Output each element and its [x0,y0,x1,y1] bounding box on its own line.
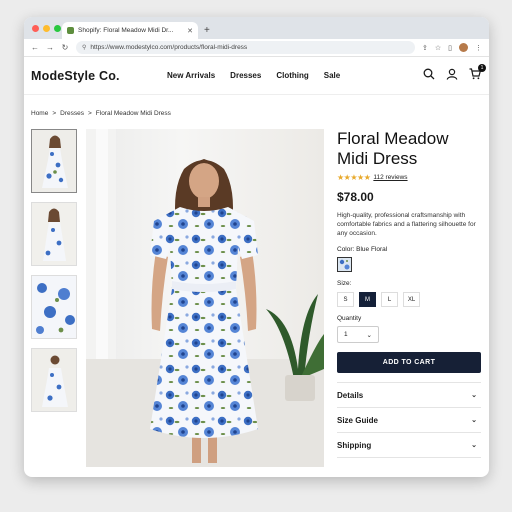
breadcrumb: Home > Dresses > Floral Meadow Midi Dres… [31,110,171,117]
thumbnail-fabric-detail[interactable] [31,275,77,339]
quantity-label: Quantity [337,315,362,322]
chevron-down-icon: ⌄ [471,442,477,449]
size-option-s[interactable]: S [337,292,354,307]
search-icon[interactable] [423,68,435,83]
nav-clothing[interactable]: Clothing [276,71,308,80]
breadcrumb-dresses[interactable]: Dresses [60,110,84,117]
product-price: $78.00 [337,190,374,204]
size-label: Size: [337,280,352,287]
thumbnail-front[interactable] [31,129,77,193]
rating-stars-icon: ★★★★★ [337,173,371,182]
tab-close-icon[interactable]: ✕ [187,27,193,35]
close-window-button[interactable] [32,25,39,32]
cart-icon[interactable]: 1 [469,64,486,83]
forward-arrow-icon[interactable]: → [46,43,54,52]
tab-bar: Shopify: Floral Meadow Midi Dr... ✕ + [24,17,489,39]
thumbnail-back[interactable] [31,348,77,412]
main-nav: New Arrivals Dresses Clothing Sale [167,71,340,80]
account-icon[interactable] [446,68,458,83]
quantity-select[interactable]: 1 ⌄ [337,326,379,343]
accordion-shipping[interactable]: Shipping ⌄ [337,433,481,458]
share-icon[interactable]: ⇪ [422,44,428,52]
bookmark-star-icon[interactable]: ☆ [435,44,441,52]
size-option-xl[interactable]: XL [403,292,420,307]
maximize-window-button[interactable] [54,25,61,32]
chevron-down-icon: ⌄ [366,331,372,339]
chevron-down-icon: ⌄ [471,392,477,399]
back-arrow-icon[interactable]: ← [31,43,39,52]
product-title: Floral Meadow Midi Dress [337,129,449,168]
shopify-favicon-icon [67,27,74,34]
thumbnail-gallery [31,129,77,412]
browser-window: Shopify: Floral Meadow Midi Dr... ✕ + ← … [24,17,489,477]
browser-toolbar: ← → ↻ ⚲ https://www.modestylco.com/produ… [24,39,489,57]
profile-avatar[interactable] [459,43,468,52]
nav-sale[interactable]: Sale [324,71,340,80]
add-to-cart-button[interactable]: ADD TO CART [337,352,481,373]
header-icons: 1 [423,64,486,83]
color-label: Color: Blue Floral [337,246,388,253]
main-product-image[interactable] [86,129,324,467]
breadcrumb-current: Floral Meadow Midi Dress [95,110,171,117]
product-description: High-quality, professional craftsmanship… [337,212,476,237]
thumbnail-side[interactable] [31,202,77,266]
reload-icon[interactable]: ↻ [61,43,69,52]
reviews-link[interactable]: 112 reviews [373,174,407,181]
window-controls [32,25,61,32]
site-header: ModeStyle Co. New Arrivals Dresses Cloth… [24,57,489,95]
product-rating: ★★★★★ 112 reviews [337,173,481,182]
breadcrumb-home[interactable]: Home [31,110,48,117]
site-logo[interactable]: ModeStyle Co. [31,69,120,83]
toolbar-actions: ⇪ ☆ ▯ ⋮ [422,43,482,52]
menu-kebab-icon[interactable]: ⋮ [475,44,482,52]
cart-count-badge: 1 [478,64,486,72]
accordion-details-label: Details [337,390,364,400]
size-option-m[interactable]: M [359,292,376,307]
product-info-panel: Floral Meadow Midi Dress ★★★★★ 112 revie… [337,129,481,458]
minimize-window-button[interactable] [43,25,50,32]
nav-new-arrivals[interactable]: New Arrivals [167,71,215,80]
accordion-size-guide-label: Size Guide [337,415,378,425]
browser-tab[interactable]: Shopify: Floral Meadow Midi Dr... ✕ [62,22,198,39]
breadcrumb-separator: > [87,110,92,117]
breadcrumb-separator: > [52,110,57,117]
accordion-size-guide[interactable]: Size Guide ⌄ [337,408,481,433]
product-accordion: Details ⌄ Size Guide ⌄ Shipping ⌄ [337,382,481,458]
quantity-value: 1 [344,331,348,338]
sidebar-icon[interactable]: ▯ [448,44,452,52]
address-bar[interactable]: ⚲ https://www.modestylco.com/products/fl… [76,41,415,54]
url-text: https://www.modestylco.com/products/flor… [90,44,248,51]
accordion-details[interactable]: Details ⌄ [337,383,481,408]
chevron-down-icon: ⌄ [471,417,477,424]
accordion-shipping-label: Shipping [337,440,372,450]
size-selector: S M L XL [337,292,481,307]
new-tab-button[interactable]: + [204,25,210,36]
site-info-icon[interactable]: ⚲ [82,44,86,51]
size-option-l[interactable]: L [381,292,398,307]
tab-title: Shopify: Floral Meadow Midi Dr... [78,27,174,34]
nav-dresses[interactable]: Dresses [230,71,261,80]
color-swatch-blue-floral[interactable] [337,257,352,272]
